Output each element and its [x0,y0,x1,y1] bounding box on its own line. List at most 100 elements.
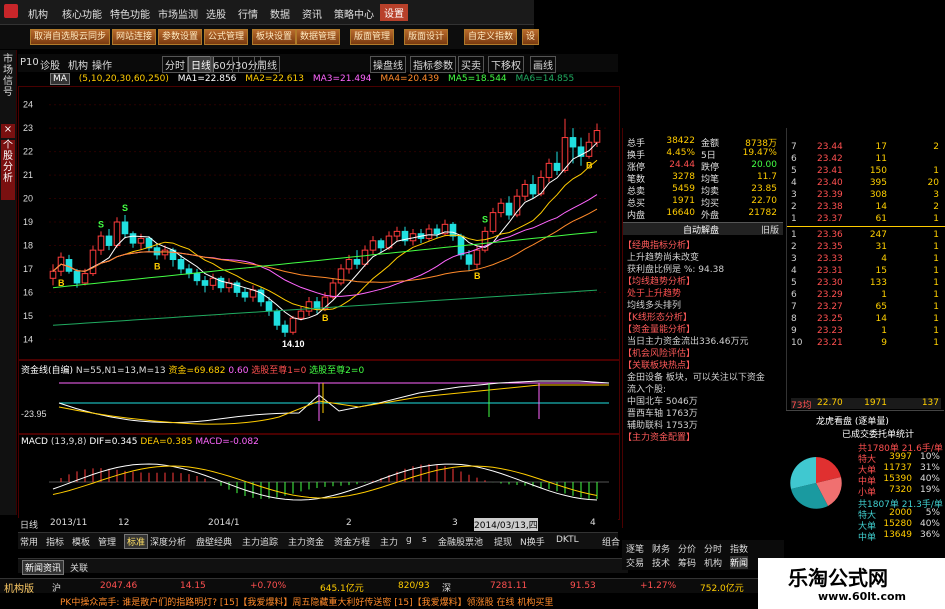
function-button[interactable]: 分时 [704,542,722,555]
function-button[interactable]: 新闻 [730,556,749,569]
candle-body [449,223,457,237]
toolbar-button[interactable]: 自定义指数 [464,29,518,45]
chart-tool-button[interactable]: 买卖 [458,56,484,73]
function-button[interactable]: 交易 [626,556,644,569]
menu-bar: 机构 核心功能 特色功能 市场监测 选股 行情 数据 资讯 策略中心 设置 [0,0,534,25]
toolbar-button[interactable]: 版面管理 [350,29,395,45]
indicator-tab[interactable]: 组合 [602,535,620,548]
y-tick-label: 16 [23,287,33,297]
macd-dea: DEA=0.385 [140,437,193,447]
tab-1[interactable]: 机构 [68,57,88,72]
menu-item[interactable]: 策略中心 [334,6,374,21]
menu-item[interactable]: 核心功能 [62,6,102,21]
chart-tool-button[interactable]: 画线 [530,56,556,73]
order-book: 7 23.44 17 2 6 23.42 11 5 23.41 150 1 4 23.40 395 20 3 2… [786,128,945,411]
tab-0[interactable]: 诊股 [40,57,60,72]
stat-row: 特大 3997 10% [858,452,942,465]
fund-indicator-panel[interactable]: 资金线(自编) N=55,N1=13,M=13 资金=69.682 0.60 选… [18,360,620,434]
menu-item[interactable]: 特色功能 [110,6,150,21]
candle-body [545,162,553,178]
tab-2[interactable]: 操作 [92,57,112,72]
menu-item[interactable]: 机构 [28,6,48,21]
menu-item[interactable]: 市场监测 [158,6,198,21]
indicator-tab[interactable]: 深度分析 [150,535,186,548]
indicator-tab[interactable]: 标准 [124,534,149,549]
candle-body [129,233,137,244]
function-button[interactable]: 分价 [678,542,696,555]
news-ticker[interactable]: PK中操众高手: 谁是散户们的指路明灯? [15]【我爱爆料】周五隐藏重大利好传… [0,594,760,608]
candle-body [89,249,97,275]
menu-item[interactable]: 数据 [270,6,290,21]
stat-row: 大单 11737 31% [858,463,942,476]
toolbar-button[interactable]: 数据管理 [296,29,341,45]
toolbar-button[interactable]: 网站连接 [112,29,157,45]
tab-news[interactable]: 新闻资讯 [22,560,65,575]
macd-panel[interactable]: MACD (13,9,8) DIF=0.345 DEA=0.385 MACD=-… [18,434,620,520]
count: 1 [933,278,939,288]
function-button[interactable]: 逐笔 [626,542,644,555]
function-button[interactable]: 财务 [652,542,670,555]
date-label: 4 [590,518,596,528]
menu-item[interactable]: 资讯 [302,6,322,21]
count: 2 [933,142,939,152]
menu-item[interactable]: 选股 [206,6,226,21]
date-label: 2014/03/13,四 [474,518,538,531]
indicator-tab[interactable]: s [422,535,427,545]
function-button[interactable]: 机构 [704,556,722,569]
chart-tool-button[interactable]: 下移权 [488,56,524,73]
function-button[interactable]: 筹码 [678,556,696,569]
indicator-tab[interactable]: 主力资金 [288,535,324,548]
toolbar-button[interactable]: 公式管理 [204,29,249,45]
candle-body [297,310,305,319]
toolbar-button[interactable]: 参数设置 [158,29,203,45]
function-button[interactable]: 指数 [730,542,748,555]
quote-value: 3278 [672,172,695,182]
quote-value: 24.44 [669,160,695,170]
candlestick-chart[interactable]: 24 23 22 21 20 19 18 17 16 15 14 S B S B S B B B 14.10 [18,86,620,360]
count: 1 [933,290,939,300]
old-version-link[interactable]: 旧版 [761,223,779,236]
orderbook-row: 3 23.33 4 1 [791,254,941,265]
toolbar-button[interactable]: 板块设置 [252,29,297,45]
candle-body [153,247,161,256]
indicator-tab[interactable]: 主力 [380,535,398,548]
count: 1 [933,230,939,240]
candle-body [369,240,377,251]
indicator-tab[interactable]: 资金方程 [334,535,370,548]
function-button[interactable]: 技术 [652,556,670,569]
indicator-tab[interactable]: 常用 [20,535,38,548]
chart-tool-button[interactable]: 操盘线 [370,56,406,73]
period-tab[interactable]: 分时 [162,56,188,73]
indicator-tab[interactable]: 模板 [72,535,90,548]
menu-item[interactable]: 行情 [238,6,258,21]
quote-row: 总卖 5459 均卖 23.85 [627,184,781,197]
indicator-tab[interactable]: 指标 [46,535,64,548]
indicator-tab[interactable]: 提现 [494,535,512,548]
indicator-tab[interactable]: 金融股票池 [438,535,483,548]
indicator-tab[interactable]: 主力追踪 [242,535,278,548]
tab-related[interactable]: 关联 [70,561,88,574]
tab-stock-analysis[interactable]: 个股分析 [1,140,15,200]
menu-item[interactable]: 设置 [380,4,408,21]
indicator-tab[interactable]: N换手 [520,535,545,548]
chart-tool-button[interactable]: 指标参数 [410,56,456,73]
close-icon[interactable]: × [1,124,15,138]
fund-left-value: -23.95 [21,409,47,419]
tab-market-signal[interactable]: 市场信号 [1,54,15,114]
indicator-tab[interactable]: 盘壁经典 [196,535,232,548]
candle-body [473,249,481,265]
toolbar-button[interactable]: 取消自选股云同步 [30,29,111,45]
period-tab[interactable]: 周线 [254,56,280,73]
y-tick-label: 23 [23,123,33,133]
candle-body [121,221,129,235]
indicator-tab[interactable]: DKTL [556,535,579,545]
dragon-title: 龙虎看盘 (逐单量) [816,417,889,427]
ma-label[interactable]: MA [50,73,70,85]
indicator-tab[interactable]: 管理 [98,535,116,548]
ticker-text[interactable]: PK中操众高手: 谁是散户们的指路明灯? [15]【我爱爆料】周五隐藏重大利好传… [60,595,553,608]
indicator-tab[interactable]: g [406,535,412,545]
quote-row: 笔数 3278 均笔 11.7 [627,172,781,185]
toolbar-button[interactable]: 版面设计 [404,29,449,45]
toolbar-button[interactable]: 设 [522,29,540,45]
signal-label: 14.10 [282,339,305,349]
